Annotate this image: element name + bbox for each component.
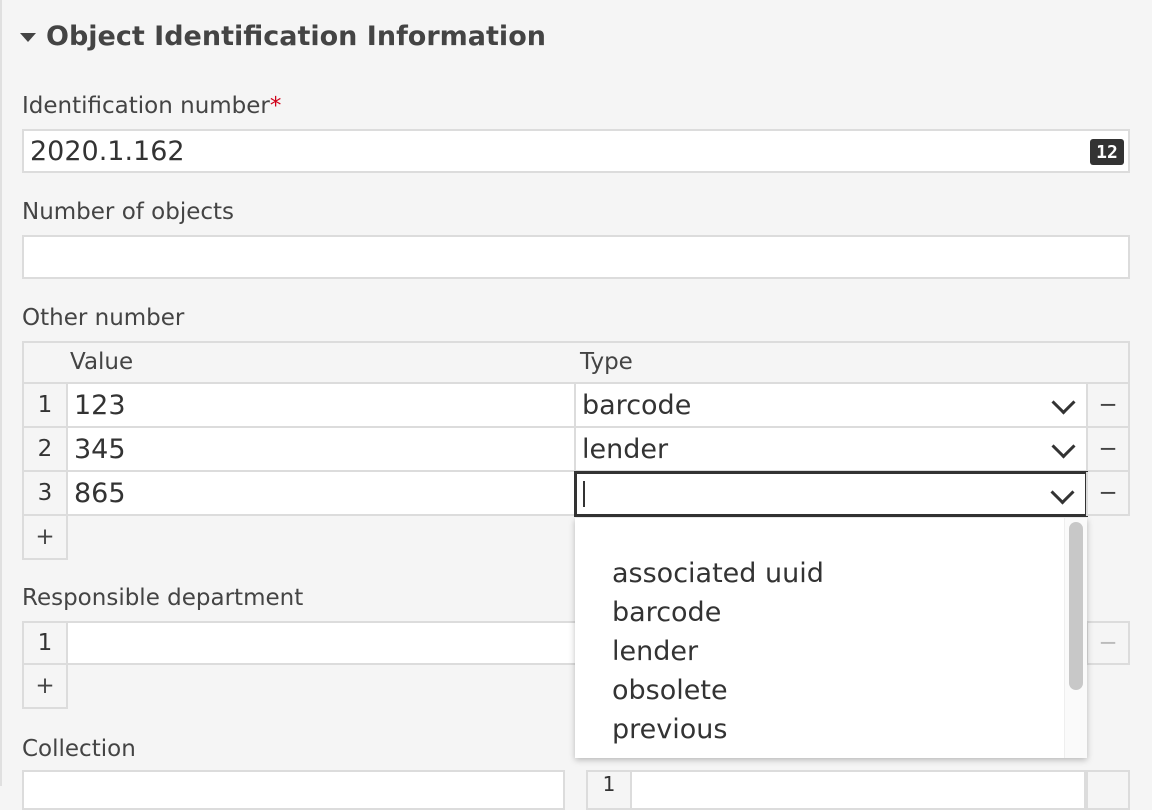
other-number-type: barcode <box>582 389 692 421</box>
text-caret <box>583 481 585 507</box>
dropdown-option[interactable]: lender <box>612 636 698 667</box>
other-number-type: lender <box>582 433 669 465</box>
row-index: 3 <box>22 472 68 516</box>
named-collection-remove-button[interactable] <box>1086 770 1130 810</box>
type-dropdown-menu: associated uuid barcode lender obsolete … <box>575 518 1087 758</box>
other-number-type-select[interactable]: barcode <box>574 384 1088 428</box>
remove-row-button[interactable]: − <box>1086 472 1130 516</box>
other-number-value-input[interactable]: 123 <box>66 384 576 428</box>
number-pattern-icon[interactable]: 12 <box>1090 139 1124 165</box>
section-title: Object Identification Information <box>46 20 546 52</box>
identification-number-label: Identification number* <box>22 93 281 119</box>
column-header-value: Value <box>70 349 134 375</box>
section-header[interactable]: Object Identification Information <box>20 16 546 56</box>
other-number-row: 1 123 barcode − <box>22 384 1130 428</box>
chevron-down-icon <box>1050 480 1075 505</box>
required-mark: * <box>269 93 282 119</box>
dropdown-option[interactable]: obsolete <box>612 675 728 706</box>
dropdown-option[interactable]: previous <box>612 714 727 745</box>
identification-number-label-text: Identification number <box>22 93 270 119</box>
number-pattern-glyph: 12 <box>1096 141 1118 163</box>
other-number-value-input[interactable]: 345 <box>66 428 576 472</box>
identification-number-value: 2020.1.162 <box>30 135 185 167</box>
other-number-value-input[interactable]: 865 <box>66 472 576 516</box>
other-number-value: 865 <box>74 477 126 509</box>
number-of-objects-label: Number of objects <box>22 199 235 225</box>
row-index: 1 <box>22 384 68 428</box>
dropdown-scrollbar-track[interactable] <box>1064 518 1087 758</box>
other-number-value: 345 <box>74 433 126 465</box>
collection-label: Collection <box>22 736 136 762</box>
other-number-label: Other number <box>22 305 185 331</box>
other-number-type-select[interactable]: lender <box>574 428 1088 472</box>
named-collection-field[interactable] <box>630 770 1086 810</box>
add-responsible-department-button[interactable]: + <box>22 665 68 709</box>
row-index: 2 <box>22 428 68 472</box>
named-collection-index: 1 <box>586 770 632 810</box>
collapse-triangle-icon[interactable] <box>20 32 36 42</box>
other-number-row: 3 865 − <box>22 471 1130 517</box>
column-header-type: Type <box>580 349 633 375</box>
number-of-objects-field[interactable] <box>22 235 1130 279</box>
other-number-type-select-active[interactable] <box>574 471 1088 517</box>
remove-row-button[interactable]: − <box>1086 428 1130 472</box>
remove-row-button[interactable]: − <box>1086 384 1130 428</box>
other-number-header: Value Type <box>22 341 1130 384</box>
chevron-down-icon <box>1051 390 1076 415</box>
chevron-down-icon <box>1051 434 1076 459</box>
responsible-department-label: Responsible department <box>22 585 304 611</box>
identification-number-field[interactable]: 2020.1.162 12 <box>22 129 1130 173</box>
collection-field[interactable] <box>22 770 565 810</box>
row-index: 1 <box>22 621 68 665</box>
add-other-number-button[interactable]: + <box>22 516 68 560</box>
dropdown-option[interactable]: associated uuid <box>612 558 824 589</box>
other-number-row: 2 345 lender − <box>22 428 1130 472</box>
remove-row-button[interactable]: − <box>1086 621 1130 665</box>
dropdown-scrollbar-thumb[interactable] <box>1069 522 1083 690</box>
other-number-value: 123 <box>74 389 126 421</box>
dropdown-option[interactable]: barcode <box>612 597 721 628</box>
